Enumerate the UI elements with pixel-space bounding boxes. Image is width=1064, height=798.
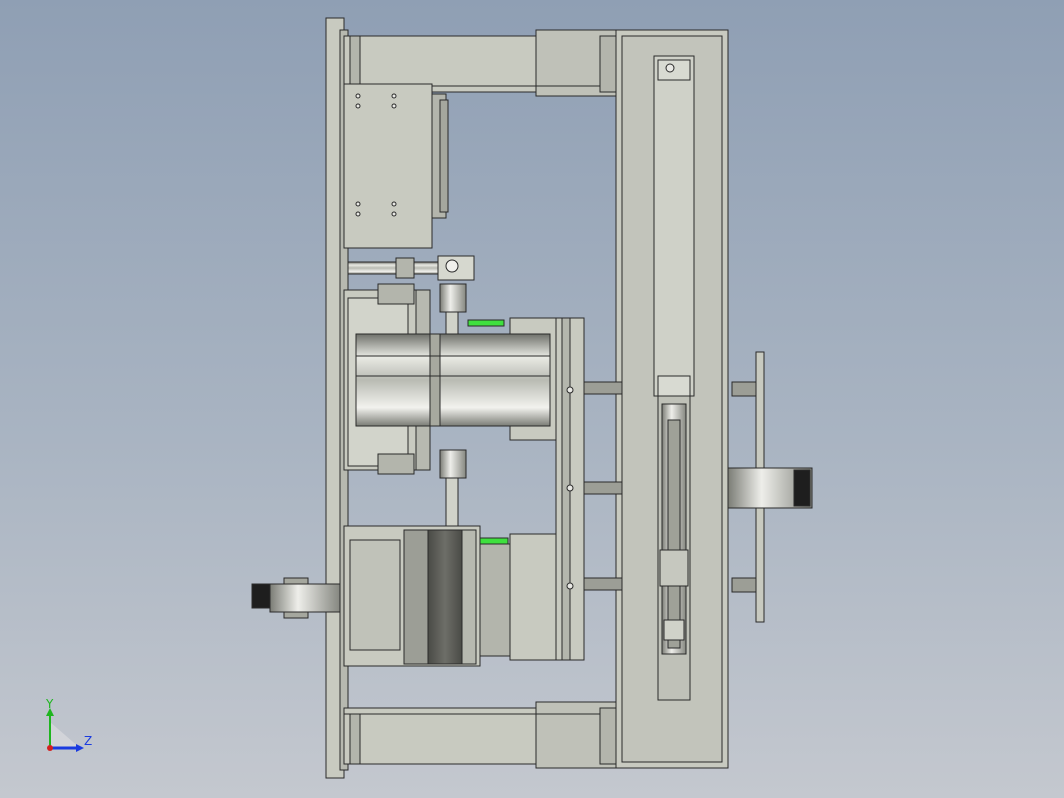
center-plate [555, 317, 585, 661]
triad-y-label: Y [45, 697, 54, 711]
lower-mold [343, 525, 511, 667]
right-bracket [727, 351, 813, 623]
view-triad: Y Z [45, 697, 92, 752]
right-frame [615, 29, 729, 769]
bottom-beam [343, 701, 619, 769]
cad-model-view[interactable]: Y Z [0, 0, 1064, 798]
piston-cylinder [355, 333, 551, 427]
highlight-strip-lower [479, 537, 509, 545]
frame-bolt-top [665, 63, 675, 73]
left-motor [251, 577, 341, 619]
cad-viewport[interactable]: Y Z [0, 0, 1064, 798]
horizontal-actuator [347, 255, 475, 281]
highlight-strip-upper [467, 319, 505, 327]
triad-z-label: Z [84, 734, 92, 748]
triad-x-dot [47, 745, 53, 751]
triad-cone [50, 722, 80, 748]
lower-block [509, 533, 557, 661]
upper-clamp-plate [343, 83, 449, 249]
